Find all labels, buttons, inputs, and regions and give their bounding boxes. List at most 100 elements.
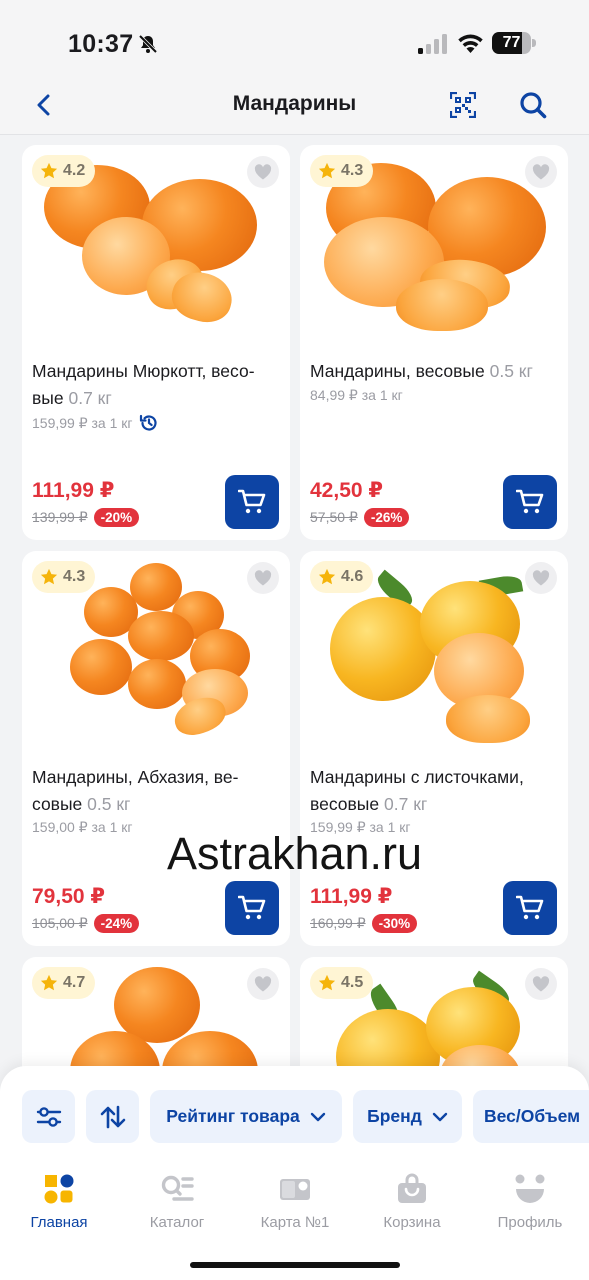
heart-icon: [254, 570, 272, 586]
discount-badge: -20%: [93, 508, 140, 527]
product-name[interactable]: Мандарины Мюркотт, весо-вые 0.7 кг: [32, 358, 278, 412]
heart-icon: [254, 976, 272, 992]
unit-price: 159,99 ₽ за 1 кг: [32, 414, 133, 431]
filter-settings-button[interactable]: [22, 1090, 75, 1143]
filter-chip-label: Вес/Объем: [484, 1106, 581, 1126]
price-history-icon[interactable]: [139, 413, 159, 433]
filter-chip-label: Бренд: [367, 1106, 422, 1126]
bottom-panel: Рейтинг товара Бренд Вес/Объем Главная К…: [0, 1066, 589, 1280]
qr-code-icon[interactable]: [450, 92, 476, 118]
favorite-button[interactable]: [525, 156, 557, 188]
unit-price-row: 84,99 ₽ за 1 кг: [310, 387, 403, 404]
product-weight: 0.7 кг: [384, 794, 428, 814]
status-time: 10:37: [68, 30, 134, 58]
old-price-row: 160,99 ₽ -30%: [310, 914, 418, 933]
discount-badge: -26%: [363, 508, 410, 527]
rating-value: 4.7: [63, 974, 86, 991]
star-icon: [40, 162, 58, 179]
profile-smile-icon: [515, 1174, 545, 1203]
add-to-cart-button[interactable]: [503, 881, 557, 935]
discount-badge: -30%: [371, 914, 418, 933]
product-weight: 0.5 кг: [87, 794, 131, 814]
tab-profile[interactable]: Профиль: [475, 1172, 585, 1231]
sort-button[interactable]: [86, 1090, 139, 1143]
tab-home[interactable]: Главная: [4, 1172, 114, 1231]
old-price-row: 139,99 ₽ -20%: [32, 508, 140, 527]
star-icon: [318, 974, 336, 991]
add-to-cart-button[interactable]: [503, 475, 557, 529]
home-tiles-icon: [44, 1174, 74, 1204]
heart-icon: [254, 164, 272, 180]
product-name[interactable]: Мандарины, весовые 0.5 кг: [310, 358, 556, 385]
product-price: 79,50 ₽: [32, 885, 105, 908]
product-card[interactable]: 4.6 Мандарины с листочками, весовые 0.7 …: [300, 551, 568, 946]
product-card[interactable]: 4.3 Мандарины, Абхазия, ве-совые 0.5 кг …: [22, 551, 290, 946]
header-divider: [0, 134, 589, 135]
favorite-button[interactable]: [247, 562, 279, 594]
tab-label: Профиль: [497, 1214, 563, 1231]
sort-arrows-icon: [100, 1105, 125, 1128]
heart-icon: [532, 164, 550, 180]
weight-filter-chip[interactable]: Вес/Объем: [473, 1090, 589, 1143]
favorite-button[interactable]: [525, 562, 557, 594]
heart-icon: [532, 570, 550, 586]
old-price: 139,99 ₽: [32, 509, 88, 525]
rating-badge: 4.6: [310, 561, 374, 593]
rating-badge: 4.2: [32, 155, 96, 187]
add-to-cart-button[interactable]: [225, 475, 279, 529]
favorite-button[interactable]: [247, 968, 279, 1000]
page-title: Мандарины: [232, 92, 357, 115]
cart-icon: [516, 895, 544, 920]
tab-label: Главная: [30, 1214, 88, 1231]
product-weight: 0.5 кг: [489, 361, 533, 381]
product-card[interactable]: 4.3 Мандарины, весовые 0.5 кг 84,99 ₽ за…: [300, 145, 568, 540]
unit-price-row: 159,99 ₽ за 1 кг: [32, 413, 159, 433]
filter-chip-label: Рейтинг товара: [166, 1106, 300, 1126]
loyalty-card-icon: [280, 1179, 310, 1200]
shopping-bag-icon: [398, 1173, 426, 1203]
tab-catalog[interactable]: Каталог: [122, 1172, 232, 1231]
cart-icon: [238, 895, 266, 920]
add-to-cart-button[interactable]: [225, 881, 279, 935]
top-navigation: Мандарины: [0, 86, 589, 134]
watermark: Astrakhan.ru: [166, 828, 423, 879]
old-price: 105,00 ₽: [32, 915, 88, 931]
cart-icon: [238, 489, 266, 514]
battery-icon: 77: [492, 32, 536, 54]
product-name[interactable]: Мандарины с листочками, весовые 0.7 кг: [310, 764, 556, 818]
old-price: 57,50 ₽: [310, 509, 358, 525]
rating-badge: 4.3: [32, 561, 96, 593]
rating-value: 4.3: [63, 568, 86, 585]
star-icon: [318, 162, 336, 179]
product-name[interactable]: Мандарины, Абхазия, ве-совые 0.5 кг: [32, 764, 278, 818]
product-price: 111,99 ₽: [32, 479, 115, 502]
status-bar: 10:37 77: [0, 0, 589, 86]
product-weight: 0.7 кг: [68, 388, 112, 408]
product-card[interactable]: 4.2 Мандарины Мюркотт, весо-вые 0.7 кг 1…: [22, 145, 290, 540]
rating-value: 4.2: [63, 162, 86, 179]
tab-loyalty-card[interactable]: Карта №1: [240, 1172, 350, 1231]
rating-value: 4.3: [341, 162, 364, 179]
product-price: 42,50 ₽: [310, 479, 383, 502]
catalog-search-icon: [161, 1175, 194, 1201]
brand-filter-chip[interactable]: Бренд: [353, 1090, 462, 1143]
tab-label: Корзина: [383, 1214, 441, 1231]
tab-cart[interactable]: Корзина: [357, 1172, 467, 1231]
old-price-row: 105,00 ₽ -24%: [32, 914, 140, 933]
product-price: 111,99 ₽: [310, 885, 393, 908]
wifi-icon: [458, 34, 483, 53]
star-icon: [40, 568, 58, 585]
chevron-down-icon: [310, 1112, 325, 1121]
chevron-down-icon: [432, 1112, 448, 1121]
search-icon[interactable]: [519, 91, 547, 119]
favorite-button[interactable]: [525, 968, 557, 1000]
bell-muted-icon: [138, 34, 158, 54]
rating-badge: 4.7: [32, 967, 96, 999]
rating-value: 4.6: [341, 568, 364, 585]
rating-badge: 4.5: [310, 967, 374, 999]
discount-badge: -24%: [93, 914, 140, 933]
unit-price: 84,99 ₽ за 1 кг: [310, 387, 403, 403]
favorite-button[interactable]: [247, 156, 279, 188]
star-icon: [40, 974, 58, 991]
rating-filter-chip[interactable]: Рейтинг товара: [150, 1090, 342, 1143]
